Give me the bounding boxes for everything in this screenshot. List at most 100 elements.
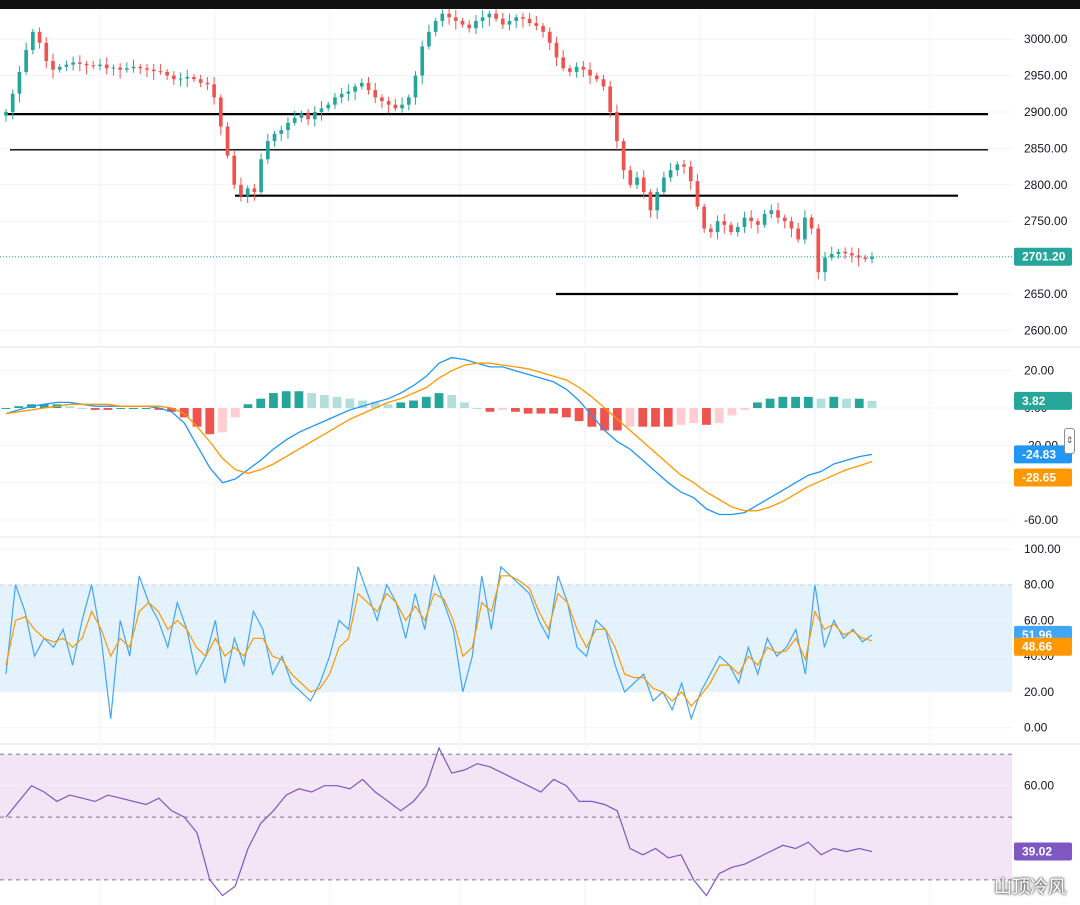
macd-hist-bar	[727, 408, 737, 416]
candle-body	[312, 111, 317, 120]
macd-hist-bar	[625, 408, 635, 427]
candle-body	[628, 170, 633, 185]
candle-body	[641, 177, 646, 193]
macd-hist-bar	[740, 408, 750, 410]
candle-body	[695, 181, 700, 207]
macd-hist-bar	[536, 408, 546, 414]
candle-body	[742, 217, 747, 228]
macd-hist-bar	[116, 408, 126, 410]
candle-body	[212, 84, 216, 98]
macd-hist-bar	[128, 408, 138, 410]
candle-body	[71, 62, 75, 65]
candle-body	[433, 20, 438, 32]
price-pane: 3000.00 2950.00 2900.00 2850.00 2800.00 2750.…	[0, 7, 1080, 348]
macd-hist-bar	[141, 408, 151, 410]
y-tick-label: 60.00	[1024, 613, 1054, 627]
macd-hist-bar	[816, 398, 826, 409]
candle-body	[192, 77, 196, 80]
candle-body	[259, 159, 263, 193]
macd-hist-bar	[752, 402, 762, 409]
y-tick-label: 2750.00	[1024, 214, 1068, 228]
macd-hist-bar	[549, 408, 559, 414]
candle-body	[427, 31, 431, 47]
macd-hist-bar	[421, 396, 431, 409]
candle-body	[171, 75, 176, 80]
candle-body	[574, 66, 579, 72]
pane-resize-handle[interactable]: ⇕	[1064, 428, 1075, 454]
macd-line-tag: -24.83	[1022, 447, 1056, 461]
candle-body	[527, 18, 532, 24]
macd-grid	[0, 352, 1080, 538]
macd-hist-bar	[854, 398, 864, 409]
macd-signal-tag: -28.65	[1022, 471, 1056, 485]
candle-body	[722, 221, 727, 225]
candle-body	[406, 97, 411, 105]
macd-hist-bar	[281, 391, 291, 409]
candle-body	[809, 217, 814, 229]
rsi-pane: 60.0020.00	[0, 746, 1054, 905]
candle-body	[4, 111, 8, 116]
candle-body	[118, 67, 122, 70]
price-grid	[0, 10, 1080, 348]
candle-body	[453, 17, 458, 21]
stoch-d-tag: 48.66	[1022, 640, 1052, 654]
candle-body	[769, 210, 774, 214]
rsi-tag: 39.02	[1022, 845, 1052, 859]
y-tick-label: 0.00	[1024, 721, 1048, 735]
macd-hist-bar	[791, 396, 800, 409]
candle-body	[145, 68, 149, 70]
candle-body	[306, 113, 310, 120]
candle-body	[185, 77, 190, 79]
candle-body	[64, 64, 69, 67]
candle-body	[198, 79, 203, 83]
candle-body	[460, 20, 465, 25]
candle-body	[386, 101, 391, 105]
candle-body	[823, 257, 827, 273]
y-tick-label: 20.00	[1024, 364, 1054, 378]
candle-body	[393, 104, 398, 109]
price-levels	[0, 113, 1012, 296]
macd-hist-bar	[651, 408, 660, 427]
candle-body	[816, 228, 821, 273]
candle-body	[91, 65, 96, 67]
candle-body	[715, 221, 720, 233]
macd-histogram	[1, 391, 877, 435]
candle-body	[729, 224, 733, 233]
candle-body	[413, 75, 418, 98]
candle-body	[688, 166, 693, 182]
macd-hist-bar	[702, 408, 711, 425]
candle-body	[601, 79, 606, 87]
candle-body	[608, 86, 613, 112]
macd-hist-bar	[383, 404, 393, 409]
macd-hist-bar	[638, 408, 648, 427]
macd-hist-bar	[867, 400, 877, 409]
candle-body	[326, 104, 331, 109]
candle-body	[218, 97, 223, 127]
macd-hist-bar	[65, 406, 75, 409]
candle-body	[843, 251, 847, 254]
candle-body	[440, 13, 445, 21]
macd-hist-bar	[294, 391, 304, 409]
candle-body	[125, 68, 129, 70]
candle-body	[829, 253, 834, 258]
candle-body	[756, 221, 760, 225]
candle-body	[561, 57, 566, 69]
macd-hist-bar	[307, 393, 317, 409]
candle-body	[554, 42, 559, 58]
candle-body	[521, 17, 525, 19]
candle-body	[319, 108, 324, 112]
candle-body	[547, 31, 552, 43]
candle-body	[655, 192, 660, 211]
y-tick-label: 60.00	[1024, 779, 1054, 793]
macd-hist-bar	[243, 404, 253, 409]
macd-lines	[5, 356, 873, 516]
candle-body	[594, 75, 599, 80]
candle-body	[225, 126, 230, 156]
macd-hist-bar	[663, 408, 673, 427]
candle-body	[776, 210, 780, 218]
candle-body	[749, 217, 753, 222]
candle-body	[138, 66, 143, 69]
macd-hist-bar	[409, 400, 418, 409]
macd-hist-bar	[218, 408, 227, 433]
candle-body	[675, 164, 680, 171]
